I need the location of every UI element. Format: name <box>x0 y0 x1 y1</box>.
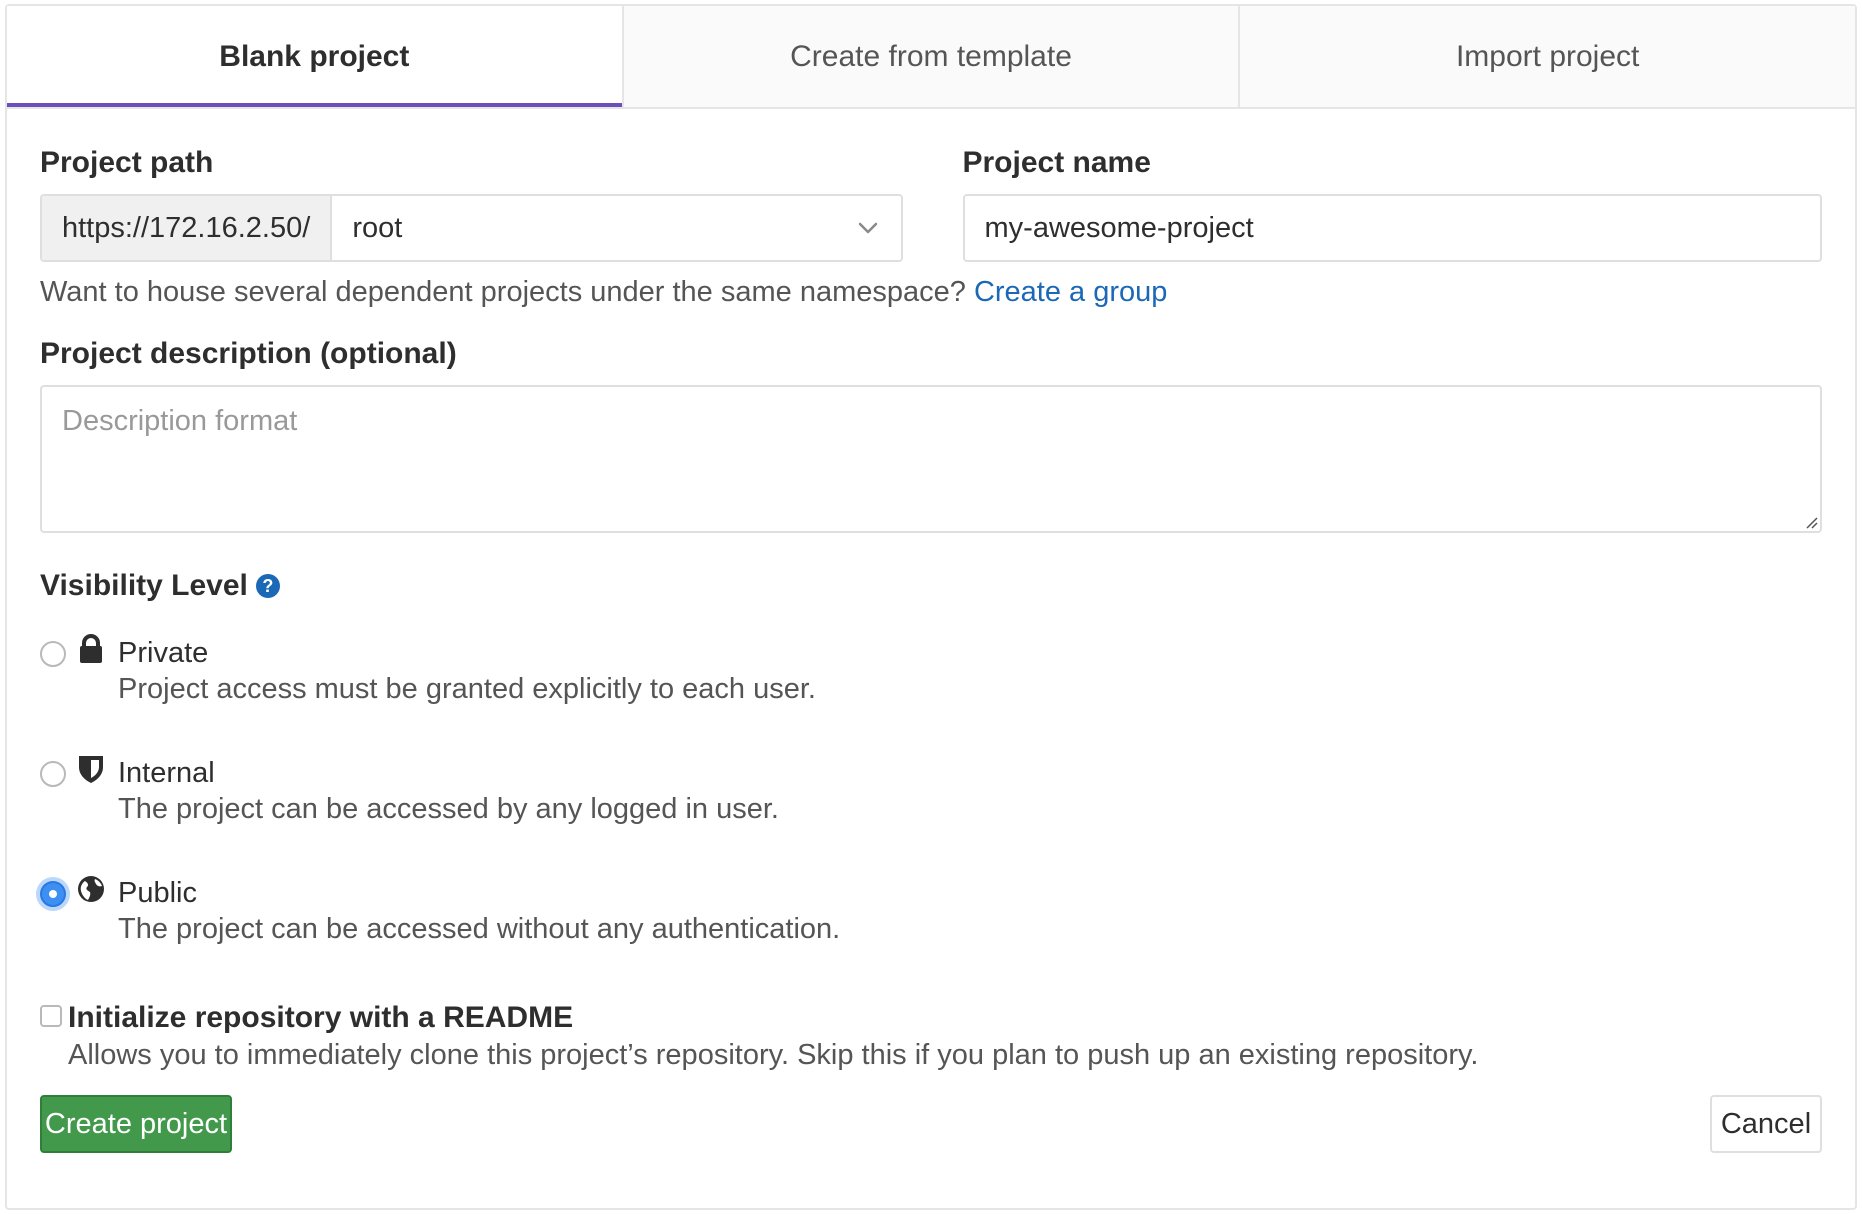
shield-icon <box>79 756 103 783</box>
globe-icon <box>78 876 104 902</box>
question-circle-icon[interactable]: ? <box>255 574 280 598</box>
project-path-field: Project path https://172.16.2.50/ root <box>40 146 903 262</box>
new-project-panel: Blank project Create from template Impor… <box>5 4 1857 1210</box>
project-form: Project path https://172.16.2.50/ root P… <box>7 146 1855 1155</box>
visibility-option-public[interactable]: Public The project can be accessed witho… <box>40 857 1822 967</box>
resize-grip-icon[interactable] <box>1802 513 1818 529</box>
description-placeholder: Description format <box>62 405 298 437</box>
project-path-input-group: https://172.16.2.50/ root <box>40 194 903 262</box>
readme-checkbox[interactable] <box>40 1005 62 1027</box>
url-prefix: https://172.16.2.50/ <box>42 196 333 260</box>
visibility-option-internal[interactable]: Internal The project can be accessed by … <box>40 737 1822 847</box>
visibility-label-text: Visibility Level <box>40 569 248 602</box>
radio-checked-dot <box>49 890 57 898</box>
create-group-link[interactable]: Create a group <box>974 276 1167 308</box>
visibility-name-internal: Internal <box>118 757 215 789</box>
project-tabs: Blank project Create from template Impor… <box>7 6 1856 109</box>
description-label: Project description (optional) <box>40 337 457 370</box>
description-textarea[interactable]: Description format <box>40 385 1822 533</box>
readme-option: Initialize repository with a README Allo… <box>40 985 1822 1075</box>
namespace-help-text: Want to house several dependent projects… <box>40 276 966 308</box>
tab-create-from-template[interactable]: Create from template <box>621 6 1239 107</box>
namespace-select[interactable]: root <box>332 196 900 260</box>
visibility-desc-private: Project access must be granted explicitl… <box>118 673 816 705</box>
visibility-desc-public: The project can be accessed without any … <box>118 913 841 945</box>
project-name-field: Project name my-awesome-project <box>962 146 1822 262</box>
visibility-desc-internal: The project can be accessed by any logge… <box>118 793 779 825</box>
visibility-radio-public[interactable] <box>40 881 66 907</box>
lock-icon <box>80 634 102 663</box>
project-name-input[interactable]: my-awesome-project <box>962 194 1822 262</box>
namespace-value: root <box>352 211 403 244</box>
readme-label[interactable]: Initialize repository with a README <box>68 1001 573 1035</box>
create-project-button[interactable]: Create project <box>40 1095 232 1153</box>
visibility-radio-private[interactable] <box>40 641 66 667</box>
readme-help: Allows you to immediately clone this pro… <box>68 1039 1479 1071</box>
visibility-radio-internal[interactable] <box>40 761 66 787</box>
visibility-name-private: Private <box>118 637 209 669</box>
visibility-name-public: Public <box>118 877 197 909</box>
visibility-label: Visibility Level ? <box>40 569 1822 603</box>
tab-blank-project[interactable]: Blank project <box>7 6 622 107</box>
visibility-option-private[interactable]: Private Project access must be granted e… <box>40 617 1822 727</box>
chevron-down-icon <box>858 222 877 234</box>
project-name-label: Project name <box>962 146 1151 179</box>
namespace-help: Want to house several dependent projects… <box>40 276 1822 309</box>
tab-import-project[interactable]: Import project <box>1238 6 1856 107</box>
form-actions: Create project Cancel <box>40 1095 1822 1155</box>
project-path-label: Project path <box>40 146 214 179</box>
cancel-button[interactable]: Cancel <box>1710 1095 1822 1153</box>
